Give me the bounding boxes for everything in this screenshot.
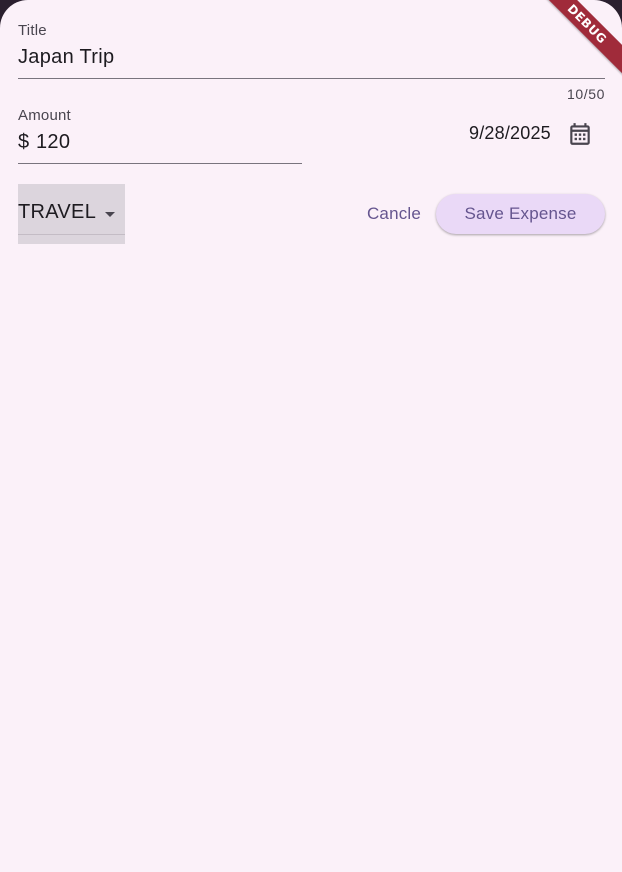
title-underline [18,78,605,79]
title-input[interactable]: Japan Trip [18,46,114,69]
amount-underline [18,163,302,164]
title-char-counter: 10/50 [566,86,605,102]
save-expense-button[interactable]: Save Expense [436,194,605,234]
amount-input[interactable]: 120 [36,131,70,154]
title-label: Title [18,22,47,39]
calendar-icon[interactable] [567,121,593,147]
selected-date: 9/28/2025 [469,123,551,143]
dropdown-underline [18,234,125,235]
category-selected: TRAVEL [18,201,97,223]
amount-prefix: $ [18,131,30,153]
amount-label: Amount [18,107,71,124]
new-expense-sheet: Title Japan Trip 10/50 Amount $ 120 9/28… [0,0,622,872]
cancel-button[interactable]: Cancle [355,194,433,234]
category-dropdown[interactable]: TRAVEL [18,184,125,244]
dropdown-arrow-icon [105,212,115,217]
